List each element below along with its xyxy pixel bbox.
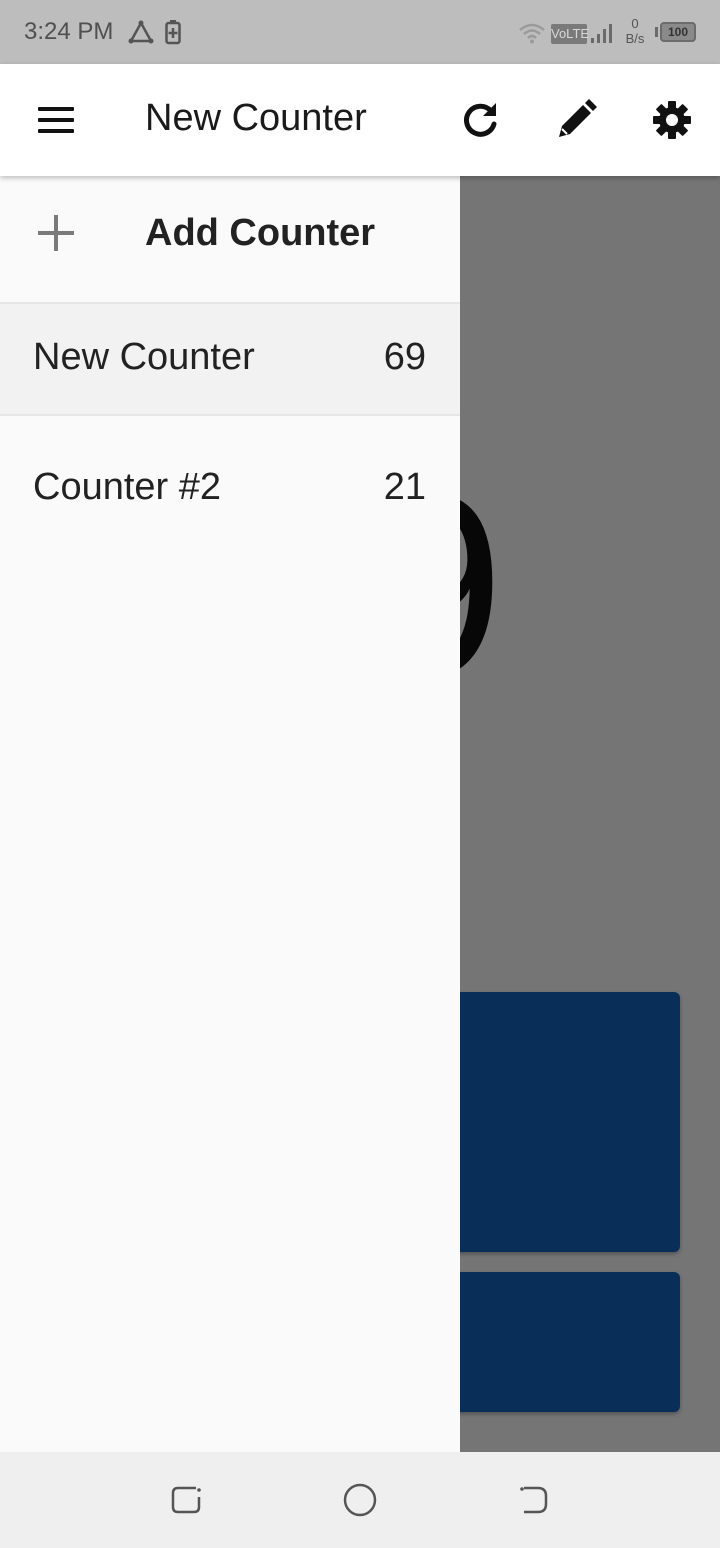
speed-value: 0 — [631, 16, 639, 31]
network-speed: 0 B/s — [620, 16, 650, 46]
counter-name: Counter #2 — [33, 466, 222, 508]
add-counter-label: Add Counter — [145, 212, 376, 254]
battery-cap — [655, 27, 658, 37]
status-time: 3:24 PM — [24, 18, 114, 45]
add-counter-button[interactable]: Add Counter — [0, 176, 460, 304]
counter-name: New Counter — [33, 336, 255, 378]
wifi-icon — [519, 23, 545, 44]
triangle-nodes-icon — [128, 20, 154, 44]
battery-saver-icon — [165, 20, 181, 45]
refresh-icon[interactable] — [450, 90, 510, 150]
status-bar: 3:24 PM VoLTE 0 B/s 100 — [0, 0, 720, 64]
counter-list-item[interactable]: Counter #2 21 — [0, 434, 460, 546]
hamburger-menu-icon[interactable] — [26, 90, 86, 150]
counter-list-item[interactable]: New Counter 69 — [0, 304, 460, 416]
counter-count: 69 — [383, 336, 426, 378]
volte-badge: VoLTE — [551, 24, 589, 44]
plus-icon — [38, 215, 74, 251]
back-icon[interactable] — [514, 1480, 554, 1520]
home-icon[interactable] — [340, 1480, 380, 1520]
edit-pencil-icon[interactable] — [546, 90, 606, 150]
counter-count: 21 — [383, 466, 426, 508]
battery-icon: 100 — [660, 22, 696, 42]
app-bar: New Counter — [0, 64, 720, 176]
navigation-drawer: Add Counter New Counter 69 Counter #2 21 — [0, 176, 460, 1452]
settings-gear-icon[interactable] — [642, 90, 702, 150]
speed-unit: B/s — [625, 31, 645, 46]
signal-icon — [591, 24, 612, 43]
system-nav-bar — [0, 1452, 720, 1548]
recent-apps-icon[interactable] — [166, 1480, 206, 1520]
page-title: New Counter — [145, 97, 367, 139]
